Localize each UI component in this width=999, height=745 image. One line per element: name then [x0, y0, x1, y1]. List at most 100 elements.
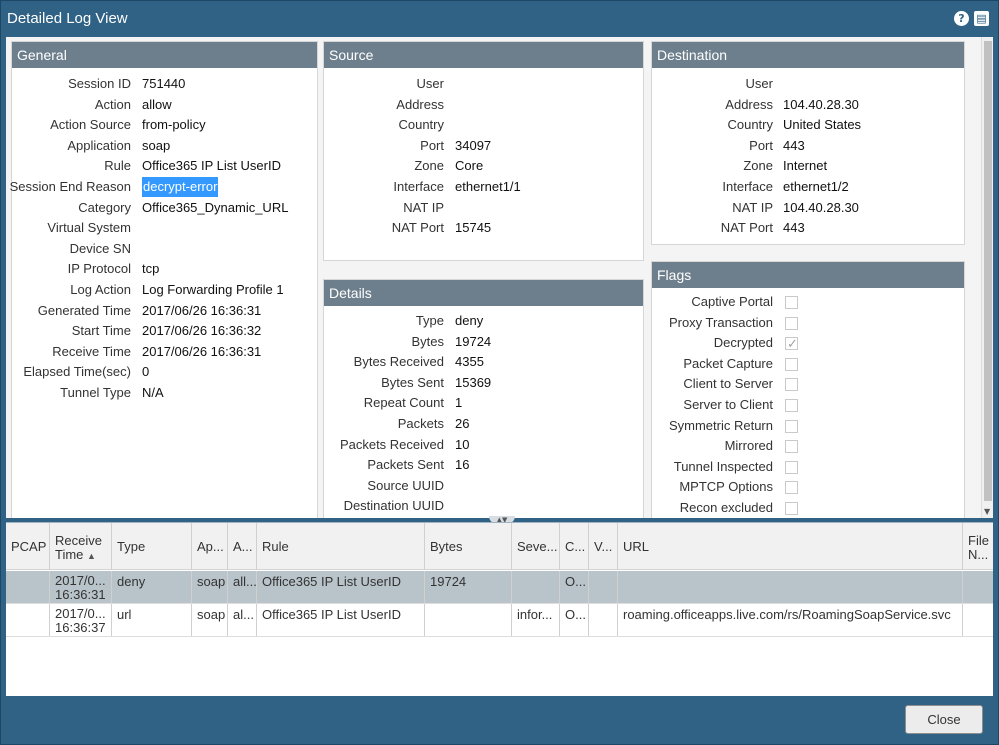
details-field-row: Source UUID [324, 476, 643, 496]
cell-category: O... [560, 571, 589, 603]
column-header-type[interactable]: Type [112, 523, 192, 569]
destination-field-label: Country [727, 117, 773, 133]
source-field-label: Country [398, 117, 444, 133]
column-header-bytes[interactable]: Bytes [425, 523, 512, 569]
cell-pcap [6, 604, 50, 636]
details-field-label-box: Packets [324, 414, 444, 434]
flags-checkbox[interactable] [785, 481, 798, 495]
vertical-scrollbar[interactable]: ▼ [981, 37, 993, 518]
general-field-row: Application soap [12, 136, 317, 156]
cell-action: al... [228, 604, 257, 636]
flags-field-label-box: Packet Capture [652, 354, 773, 374]
details-field-value: 26 [455, 416, 470, 431]
source-field-label-box: Port [324, 136, 444, 156]
title-bar[interactable]: Detailed Log View ? ▤ [1, 1, 998, 37]
column-header-severity[interactable]: Seve... [512, 523, 560, 569]
column-header-rule[interactable]: Rule [257, 523, 425, 569]
table-row[interactable]: 2017/0... 16:36:37 url soap al... Office365 … [6, 604, 993, 637]
destination-field-label-box: Interface [652, 177, 773, 197]
flags-checkbox[interactable] [785, 502, 798, 515]
table-row[interactable]: 2017/0... 16:36:31 deny soap all... Office36… [6, 571, 993, 604]
flags-field-row: Symmetric Return [652, 416, 964, 436]
general-field-label-box: Device SN [12, 239, 131, 259]
general-field-label-box: Rule [12, 156, 131, 176]
flags-checkbox[interactable] [785, 399, 798, 412]
general-field-label-box: Category [12, 198, 131, 218]
general-field-label: Device SN [69, 240, 131, 256]
destination-field-label: Interface [722, 179, 773, 194]
destination-field-row: Country United States [652, 115, 964, 135]
details-field-label: Type [415, 313, 444, 328]
column-header-application[interactable]: Ap... [192, 523, 228, 569]
source-field-value: 15745 [455, 220, 492, 236]
general-field-value: from-policy [142, 117, 206, 133]
flags-checkbox[interactable] [785, 378, 798, 392]
cell-severity: infor... [512, 604, 560, 636]
flags-field-label: Proxy Transaction [668, 314, 773, 330]
column-header-url[interactable]: URL [618, 523, 963, 569]
destination-field-label: Port [749, 137, 773, 153]
help-icon[interactable]: ? [954, 11, 969, 26]
details-field-label-box: Bytes [324, 332, 444, 352]
general-field-row: Session End Reason decrypt-error [10, 177, 317, 197]
flags-checkbox[interactable] [785, 419, 798, 433]
details-field-value: 16 [455, 457, 470, 473]
details-field-label: Packets Sent [367, 457, 444, 473]
column-header-category[interactable]: C... [560, 523, 589, 569]
cell-file-name [963, 604, 993, 636]
general-field-label-box: Start Time [12, 321, 131, 341]
cell-vsys [589, 604, 618, 636]
destination-field-label-box: NAT IP [652, 198, 773, 218]
flags-header: Flags [652, 262, 964, 288]
scrollbar-thumb[interactable] [984, 41, 992, 501]
flags-checkbox[interactable] [785, 440, 798, 454]
flags-field-label-box: MPTCP Options [652, 477, 773, 497]
sort-ascending-icon: ▲ [87, 551, 96, 561]
general-field-value: allow [142, 96, 172, 112]
column-header-action[interactable]: A... [228, 523, 257, 569]
detailed-log-view-dialog: Detailed Log View ? ▤ General Session ID… [0, 0, 999, 745]
flags-field-label-box: Mirrored [652, 436, 773, 456]
column-header-vsys[interactable]: V... [589, 523, 618, 569]
details-field-row: Packets Sent 16 [324, 455, 643, 475]
general-field-row: Action allow [12, 95, 317, 115]
destination-field-value: 443 [783, 220, 805, 236]
general-header: General [12, 42, 317, 68]
details-field-row: Destination UUID [324, 496, 643, 516]
source-field-label: User [416, 76, 444, 91]
general-field-value: Office365 IP List UserID [142, 158, 281, 174]
general-field-value: 2017/06/26 16:36:31 [142, 302, 262, 318]
close-button[interactable]: Close [905, 705, 983, 734]
general-field-row: Device SN [12, 239, 317, 259]
details-field-label: Bytes [411, 333, 444, 349]
flags-checkbox[interactable] [785, 357, 798, 371]
column-header-file-name[interactable]: File N... [963, 523, 993, 569]
general-field-value: tcp [142, 261, 160, 277]
flags-field-row: Decrypted [652, 333, 964, 354]
destination-field-label: Address [725, 96, 773, 112]
source-field-row: Zone Core [324, 156, 643, 176]
flags-checkbox[interactable] [785, 334, 798, 354]
general-field-value: 2017/06/26 16:36:32 [142, 323, 262, 339]
column-header-receive-time[interactable]: Receive Time ▲ [50, 523, 112, 569]
destination-field-row: Address 104.40.28.30 [652, 95, 964, 115]
flags-checkbox[interactable] [785, 316, 798, 330]
destination-field-label-box: NAT Port [652, 218, 773, 238]
destination-field-value: Internet [783, 158, 828, 174]
destination-field-row: Interface ethernet1/2 [652, 177, 964, 197]
window-title: Detailed Log View [7, 10, 128, 27]
flags-field-label: Tunnel Inspected [673, 458, 773, 474]
source-header: Source [324, 42, 643, 68]
maximize-icon[interactable]: ▤ [974, 11, 989, 26]
flags-checkbox[interactable] [785, 296, 798, 309]
scroll-down-arrow-icon[interactable]: ▼ [984, 507, 990, 516]
source-field-label-box: NAT IP [324, 198, 444, 218]
general-field-row: Log Action Log Forwarding Profile 1 [12, 280, 317, 300]
flags-field-label: Client to Server [683, 376, 773, 392]
general-field-label: IP Protocol [67, 261, 131, 277]
source-field-label: Address [396, 96, 444, 112]
flags-field-label-box: Recon excluded [652, 498, 773, 518]
flags-checkbox[interactable] [785, 460, 798, 474]
column-header-pcap[interactable]: PCAP [6, 523, 50, 569]
source-field-label-box: Country [324, 115, 444, 135]
